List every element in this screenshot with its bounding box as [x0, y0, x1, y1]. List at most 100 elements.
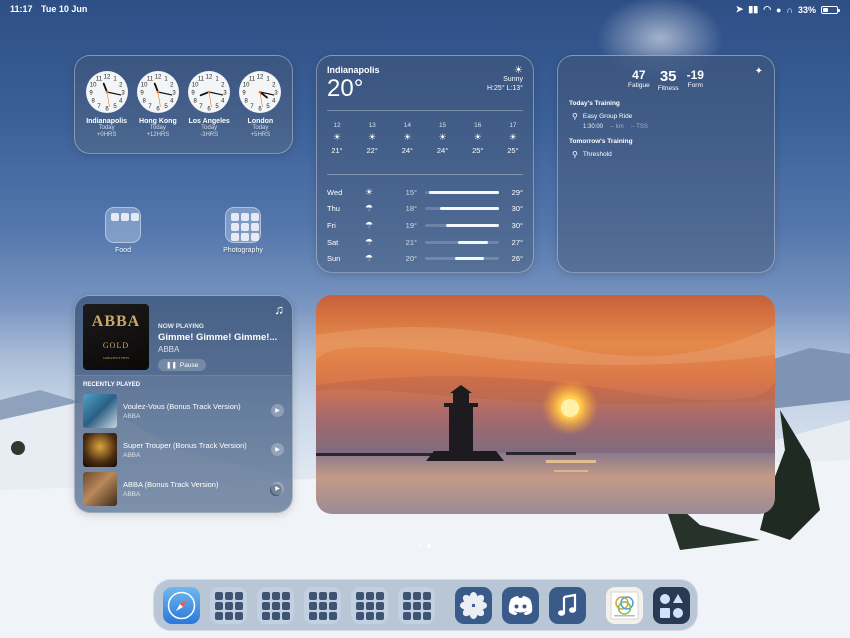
app-folder-4[interactable] [351, 586, 388, 624]
hour-label: 14 [403, 122, 411, 129]
photos-app[interactable] [455, 586, 492, 624]
metric-label: Fitness [657, 85, 679, 92]
hour-temp: 24° [436, 146, 449, 155]
clock-day: Today [252, 125, 269, 131]
list-item[interactable]: ABBA (Bonus Track Version) ABBA ▶ [75, 469, 292, 508]
discord-app[interactable] [502, 586, 539, 624]
track-artist: ABBA [123, 412, 141, 420]
recently-played-label: RECENTLY PLAYED [83, 382, 141, 388]
weather-hilo: H:25° L:13° [487, 85, 523, 92]
folder-label: Photography [223, 247, 263, 254]
album-artwork[interactable]: ABBA GOLD GREATEST HITS [83, 304, 149, 370]
analog-clock-icon: 1234567891011 12 [136, 71, 179, 113]
page-indicator[interactable] [418, 544, 431, 548]
metric-label: Fatigue [628, 82, 650, 89]
play-icon[interactable]: ▶ [271, 482, 284, 495]
battery-percent: 33% [797, 4, 816, 15]
app-folder-2[interactable] [257, 586, 294, 624]
day-high: 29° [511, 187, 523, 197]
track-artist: ABBA [123, 490, 141, 498]
status-date: Tue 10 Jun [41, 4, 88, 14]
clock-los-angeles: 1 2 3 4 5 6 7 8 9 10 11 12 Los Angeles Today -3HRS [185, 70, 233, 153]
music-note-icon: ♫ [274, 302, 284, 317]
music-app[interactable] [549, 586, 586, 624]
svg-text:11: 11 [249, 76, 256, 82]
folder-food[interactable]: Food [93, 207, 153, 254]
clock-offset: -3HRS [200, 132, 219, 138]
dock [153, 579, 698, 631]
sun-icon: ☀ [368, 132, 377, 142]
track-artwork [83, 471, 117, 506]
metric-fatigue: 47 Fatigue [628, 68, 650, 92]
tomorrow-workout[interactable]: ⚲ Threshold [569, 150, 763, 159]
day-row: Wed ☀ 15° 29° [327, 184, 523, 201]
album-name: GOLD [102, 341, 130, 350]
analog-clock-icon: 1234567891011 12 [85, 71, 128, 113]
hourly-forecast: 12 ☀ 21° 13 ☀ 22° 14 ☀ 24° 15 ☀ 24° 16 ☀ 25° 17 ☀ 25… [325, 122, 525, 155]
world-clock-widget[interactable]: 1 2 3 4 5 6 7 8 9 10 11 12 Indianapolis Today +0HRS… [74, 55, 293, 154]
pause-button[interactable]: ❚❚ Pause [158, 359, 207, 371]
today-workout[interactable]: ⚲ Easy Group Ride [569, 112, 763, 121]
day-high: 26° [511, 254, 523, 264]
metric-form: -19 Form [687, 68, 704, 92]
play-icon[interactable]: ▶ [271, 443, 284, 456]
workout-duration: 1:30:00 [583, 124, 604, 130]
workout-distance: -- km [610, 124, 624, 130]
svg-text:10: 10 [243, 82, 250, 88]
folder-photography[interactable]: Photography [213, 207, 273, 254]
analog-clock-icon: 1234567891011 12 [239, 71, 282, 113]
today-training-label: Today's Training [569, 100, 620, 107]
day-label: Sun [327, 254, 341, 264]
temp-range-bar [425, 190, 499, 194]
cloud-rain-icon: ☂ [365, 253, 374, 264]
hour-item: 16 ☀ 25° [466, 122, 490, 155]
page-dot-active [427, 544, 431, 548]
app-folder-5[interactable] [398, 586, 435, 624]
hour-temp: 24° [401, 146, 414, 155]
app-folder-1[interactable] [210, 586, 247, 624]
track-title: Super Trouper (Bonus Track Version) [123, 440, 247, 450]
clock-hong-kong: 1 2 3 4 5 6 7 8 9 10 11 12 Hong Kong Today +12HRS [134, 70, 182, 153]
status-time: 11:17 [10, 4, 33, 14]
headphones-icon: ∩ [786, 4, 793, 15]
hour-label: 13 [368, 122, 376, 129]
app-folder-3[interactable] [304, 586, 341, 624]
clock-offset: +5HRS [250, 132, 271, 138]
day-row: Thu ☂ 18° 30° [327, 201, 523, 218]
day-low: 18° [405, 204, 417, 214]
divider [327, 110, 523, 111]
folder-icon [225, 207, 261, 243]
clock-day: Today [149, 125, 166, 131]
safari-app[interactable] [163, 586, 200, 624]
day-low: 19° [405, 220, 417, 230]
clock-indianapolis: 1 2 3 4 5 6 7 8 9 10 11 12 Indianapolis Today +0HRS [83, 70, 131, 153]
sun-icon: ☀ [403, 132, 412, 142]
bicycle-icon: ⚲ [572, 150, 578, 159]
list-item[interactable]: Voulez-Vous (Bonus Track Version) ABBA ▶ [75, 391, 292, 430]
bicycle-icon: ⚲ [572, 112, 578, 121]
hour-item: 17 ☀ 25° [501, 122, 525, 155]
music-widget[interactable]: ♫ ABBA GOLD GREATEST HITS NOW PLAYING Gi… [74, 295, 293, 513]
recent-app-document[interactable] [606, 586, 643, 624]
day-low: 20° [405, 254, 417, 264]
daily-forecast: Wed ☀ 15° 29° Thu ☂ 18° 30° Fri ☂ 19° 30° Sat ☂ 21°… [327, 184, 523, 267]
svg-text:12: 12 [206, 74, 213, 80]
recent-app-shapes[interactable] [653, 586, 690, 624]
day-high: 30° [511, 204, 523, 214]
album-subtitle: GREATEST HITS [102, 356, 130, 360]
svg-text:11: 11 [96, 76, 103, 82]
hour-temp: 25° [507, 146, 519, 155]
discord-icon [508, 595, 533, 615]
play-icon[interactable]: ▶ [271, 404, 284, 417]
lighthouse-sunset-photo [316, 295, 775, 514]
svg-text:12: 12 [103, 74, 110, 80]
list-item[interactable]: Super Trouper (Bonus Track Version) ABBA … [75, 430, 292, 469]
folder-icon [105, 207, 141, 243]
location-icon: ➤ [735, 4, 744, 14]
metric-value: 35 [659, 68, 677, 85]
photo-widget[interactable] [316, 295, 775, 514]
weather-widget[interactable]: Indianapolis 20° ☀ Sunny H:25° L:13° 12 ☀… [316, 55, 534, 273]
folder-label: Food [115, 247, 131, 254]
training-widget[interactable]: ✦ 47 Fatigue 35 Fitness -19 Form Today's Tr… [557, 55, 775, 273]
training-metrics: 47 Fatigue 35 Fitness -19 Form [569, 68, 763, 92]
